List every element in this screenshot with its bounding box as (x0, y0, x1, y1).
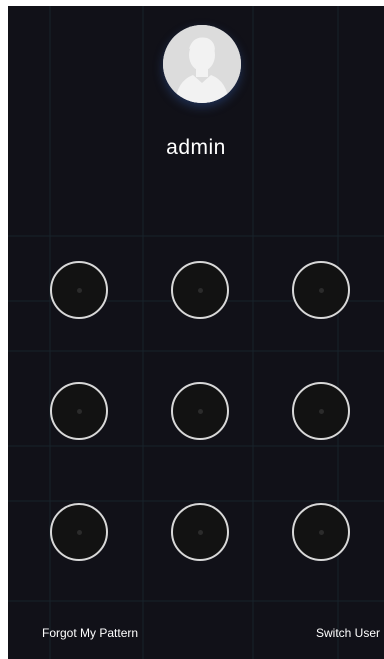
user-avatar-icon (163, 25, 241, 103)
pattern-dot-6[interactable] (292, 382, 350, 440)
username-label: admin (166, 136, 226, 159)
pattern-dot-3[interactable] (292, 261, 350, 319)
background-grid (8, 6, 384, 659)
pattern-dot-7[interactable] (50, 503, 108, 561)
pattern-dot-2[interactable] (171, 261, 229, 319)
lock-screen: admin (8, 6, 384, 659)
pattern-dot-9[interactable] (292, 503, 350, 561)
pattern-dot-1[interactable] (50, 261, 108, 319)
pattern-dot-4[interactable] (50, 382, 108, 440)
pattern-dot-5[interactable] (171, 382, 229, 440)
switch-user-link[interactable]: Switch User (316, 626, 380, 640)
pattern-dot-8[interactable] (171, 503, 229, 561)
forgot-pattern-link[interactable]: Forgot My Pattern (42, 626, 138, 640)
